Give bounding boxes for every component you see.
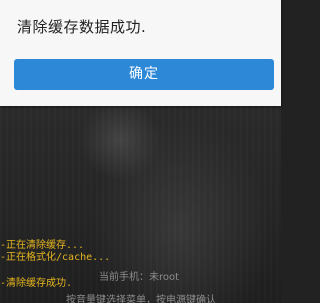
result-dialog: 清除缓存数据成功. 确定: [0, 0, 281, 106]
confirm-button[interactable]: 确定: [14, 59, 274, 90]
log-line-formatting-cache: -正在格式化/cache...: [0, 252, 111, 263]
navigation-hint: 按音量键选择菜单，按电源键确认: [66, 295, 216, 303]
dialog-message: 清除缓存数据成功.: [17, 18, 147, 36]
log-line-clearing-cache: -正在清除缓存...: [0, 240, 85, 251]
current-phone-status: 当前手机：未root: [99, 272, 180, 283]
